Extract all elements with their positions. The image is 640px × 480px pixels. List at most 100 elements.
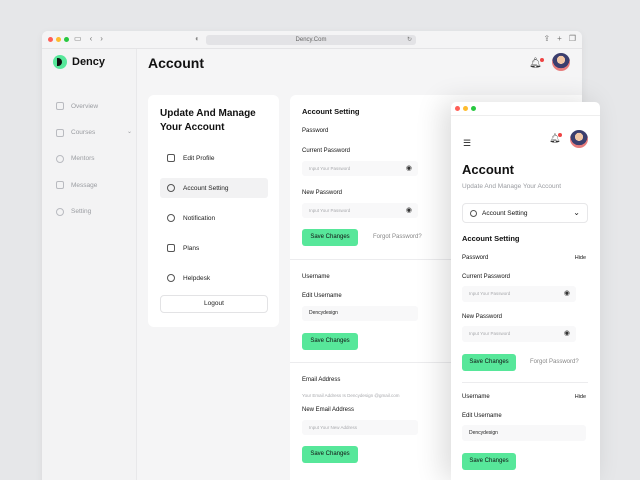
window-controls — [455, 106, 476, 111]
close-window-button[interactable] — [48, 37, 53, 42]
logo-icon — [53, 55, 67, 69]
notification-bell-icon[interactable]: 🔔︎ — [549, 133, 563, 144]
tabs-overview-icon[interactable]: ❐ — [569, 34, 576, 43]
current-password-placeholder: Input Your Password — [309, 166, 351, 171]
new-password-input[interactable]: Input Your Password ◉ — [302, 203, 418, 218]
reload-icon[interactable]: ↻ — [407, 35, 412, 45]
maximize-window-button[interactable] — [471, 106, 476, 111]
minimize-window-button[interactable] — [56, 37, 61, 42]
sidebar-item-label: Overview — [71, 102, 99, 110]
menu-item-edit-profile[interactable]: Edit Profile — [160, 143, 268, 173]
menu-item-helpdesk[interactable]: Helpdesk — [160, 263, 268, 293]
username-hide-toggle[interactable]: Hide — [575, 394, 586, 400]
menu-icon[interactable]: ☰ — [463, 138, 471, 149]
brand-logo[interactable]: Dency — [53, 55, 105, 69]
mobile-window: ☰ 🔔︎ Account Update And Manage Your Acco… — [451, 102, 600, 480]
menu-item-label: Helpdesk — [183, 274, 211, 282]
settings-menu-card: Update And Manage Your Account Edit Prof… — [148, 95, 279, 327]
sidebar-toggle-icon[interactable]: ▭ — [74, 34, 82, 43]
maximize-window-button[interactable] — [64, 37, 69, 42]
current-password-input[interactable]: Input Your Password ◉ — [462, 286, 576, 302]
sidebar-item-setting[interactable]: Setting — [56, 199, 132, 225]
forgot-password-link[interactable]: Forgot Password? — [530, 359, 579, 365]
edit-username-label: Edit Username — [302, 293, 342, 299]
chevron-down-icon: ⌄ — [126, 129, 132, 136]
address-bar-url: Dency.Com — [295, 37, 327, 43]
share-icon[interactable]: ⇪ — [543, 34, 550, 43]
new-password-label: New Password — [462, 314, 503, 320]
current-password-label: Current Password — [302, 148, 351, 154]
save-password-button[interactable]: Save Changes — [462, 354, 516, 371]
browser-actions: ⇪ + ❐ — [543, 34, 576, 43]
message-icon — [56, 181, 64, 190]
brand-name: Dency — [72, 56, 106, 68]
sidebar-item-label: Message — [71, 181, 98, 189]
mobile-section-title: Account Setting — [462, 234, 520, 243]
user-icon — [56, 154, 64, 163]
minimize-window-button[interactable] — [463, 106, 468, 111]
mobile-subtitle: Update And Manage Your Account — [462, 183, 562, 190]
section-title: Account Setting — [302, 107, 360, 116]
sidebar-item-label: Setting — [71, 208, 92, 216]
menu-item-notification[interactable]: Notification — [160, 203, 268, 233]
new-password-placeholder: Input Your Password — [309, 208, 351, 213]
new-email-placeholder: Input Your New Address — [309, 425, 358, 430]
avatar[interactable] — [552, 53, 570, 71]
sidebar-item-mentors[interactable]: Mentors — [56, 146, 132, 172]
menu-item-account-setting[interactable]: Account Setting — [160, 178, 268, 198]
forward-icon[interactable]: › — [100, 34, 103, 43]
bell-icon — [167, 214, 175, 222]
chevron-down-icon: ⌄ — [573, 208, 580, 217]
username-input[interactable]: Dencydesign — [462, 425, 586, 441]
page-title: Account — [148, 55, 204, 71]
email-hint: Your Email Address Is Dencydesign @gmail… — [302, 393, 400, 398]
save-password-button[interactable]: Save Changes — [302, 229, 358, 246]
divider — [462, 382, 588, 383]
back-icon[interactable]: ‹ — [90, 34, 93, 43]
plans-icon — [167, 244, 175, 252]
email-label: Email Address — [302, 377, 341, 383]
current-password-placeholder: Input Your Password — [469, 291, 511, 296]
new-email-label: New Email Address — [302, 407, 355, 413]
notification-bell-icon[interactable]: 🔔︎ — [529, 58, 544, 69]
password-hide-toggle[interactable]: Hide — [575, 255, 586, 261]
save-username-button[interactable]: Save Changes — [462, 453, 516, 470]
username-input[interactable]: Dencydesign — [302, 306, 418, 321]
menu-item-plans[interactable]: Plans — [160, 233, 268, 263]
mobile-toolbar — [451, 102, 600, 116]
gear-icon — [470, 210, 477, 217]
eye-icon[interactable]: ◉ — [406, 164, 412, 173]
eye-icon[interactable]: ◉ — [406, 206, 412, 215]
sidebar-item-courses[interactable]: Courses ⌄ — [56, 119, 132, 145]
avatar[interactable] — [570, 130, 588, 148]
settings-select[interactable]: Account Setting ⌄ — [462, 203, 588, 223]
address-bar[interactable]: Dency.Com ↻ — [206, 35, 416, 45]
shield-icon[interactable]: ◐ — [195, 34, 200, 43]
menu-item-label: Edit Profile — [183, 154, 215, 162]
new-password-label: New Password — [302, 190, 343, 196]
new-password-placeholder: Input Your Password — [469, 331, 511, 336]
browser-toolbar: ▭ ‹ › ◐ Dency.Com ↻ ⇪ + ❐ — [42, 31, 582, 49]
sidebar: Dency Overview Courses ⌄ Mentors Message — [42, 49, 137, 480]
sidebar-item-overview[interactable]: Overview — [56, 93, 132, 119]
sidebar-item-message[interactable]: Message — [56, 172, 132, 198]
save-email-button[interactable]: Save Changes — [302, 446, 358, 463]
eye-icon[interactable]: ◉ — [564, 329, 570, 338]
sidebar-nav: Overview Courses ⌄ Mentors Message Setti… — [56, 93, 132, 225]
new-password-input[interactable]: Input Your Password ◉ — [462, 326, 576, 342]
logout-button[interactable]: Logout — [160, 295, 268, 313]
sidebar-item-label: Mentors — [71, 155, 95, 163]
close-window-button[interactable] — [455, 106, 460, 111]
forgot-password-link[interactable]: Forgot Password? — [373, 234, 422, 240]
gear-icon — [56, 207, 64, 216]
new-tab-icon[interactable]: + — [557, 34, 562, 43]
save-username-button[interactable]: Save Changes — [302, 333, 358, 350]
eye-icon[interactable]: ◉ — [564, 289, 570, 298]
gear-icon — [167, 184, 175, 192]
settings-menu: Edit Profile Account Setting Notificatio… — [160, 143, 268, 293]
password-label: Password — [302, 128, 329, 134]
profile-card-icon — [167, 154, 175, 162]
current-password-input[interactable]: Input Your Password ◉ — [302, 161, 418, 176]
help-icon — [167, 274, 175, 282]
new-email-input[interactable]: Input Your New Address — [302, 420, 418, 435]
